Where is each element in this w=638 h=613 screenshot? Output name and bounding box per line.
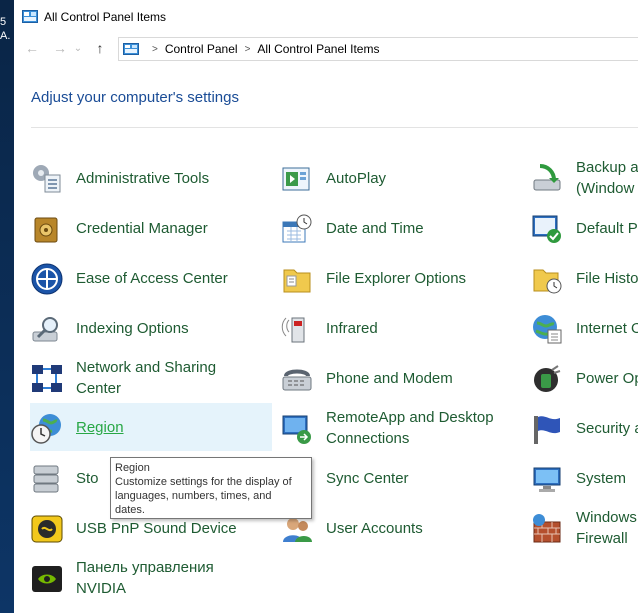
infrared-icon: [281, 317, 305, 343]
item-label: System: [576, 470, 627, 487]
item-label: RemoteApp and Desktop Connections: [326, 409, 494, 447]
item-label: Date and Time: [326, 220, 424, 237]
network-icon: [32, 365, 62, 392]
item-label: Phone and Modem: [326, 370, 453, 387]
tooltip-description-line: dates.: [115, 504, 145, 516]
item-internet-options[interactable]: Internet O: [530, 306, 638, 350]
item-label: Backup a (Window: [576, 159, 638, 197]
page-title: Adjust your computer's settings: [31, 89, 239, 106]
item-label: USB PnP Sound Device: [76, 520, 237, 537]
item-label: User Accounts: [326, 520, 423, 537]
breadcrumb-separator-icon[interactable]: >: [152, 44, 158, 55]
item-label: Indexing Options: [76, 320, 189, 337]
security-icon: [534, 416, 560, 444]
item-label: Sync Center: [326, 470, 409, 487]
power-options-icon: [534, 365, 561, 392]
item-label: Administrative Tools: [76, 170, 210, 187]
item-label: Internet O: [576, 320, 638, 337]
item-label: File Explorer Options: [326, 270, 467, 287]
item-label: Security a: [576, 420, 638, 437]
item-label: Infrared: [326, 320, 378, 337]
item-windows-firewall[interactable]: Windows Firewall: [530, 506, 638, 550]
date-time-icon: [282, 214, 312, 243]
window-title: All Control Panel Items: [44, 9, 167, 24]
item-label: Windows Firewall: [576, 509, 637, 547]
item-label: Sto: [76, 470, 99, 487]
backup-icon: [533, 164, 561, 191]
nvidia-icon: [32, 566, 62, 592]
item-label: AutoPlay: [326, 170, 387, 187]
item-administrative-tools[interactable]: Administrative Tools: [30, 156, 272, 200]
breadcrumb-control-panel[interactable]: Control Panel: [165, 42, 238, 56]
indexing-icon: [32, 317, 58, 342]
control-panel-window: All Control Panel Items ← → ⌄ ↑ > Contro…: [14, 0, 638, 613]
autoplay-icon: [282, 167, 310, 191]
credential-manager-icon: [34, 217, 58, 243]
item-label: File Histo: [576, 270, 638, 287]
item-sync-center[interactable]: Sync Center: [280, 456, 522, 500]
desktop-text: 5: [0, 16, 7, 28]
item-backup-and-restore[interactable]: Backup a (Window: [530, 156, 638, 200]
item-label: Power Op: [576, 370, 638, 387]
item-ease-of-access-center[interactable]: Ease of Access Center: [30, 256, 272, 300]
item-nvidia-control-panel[interactable]: Панель управления NVIDIA: [30, 556, 272, 600]
file-history-icon: [533, 269, 562, 294]
item-file-history[interactable]: File Histo: [530, 256, 638, 300]
item-date-and-time[interactable]: Date and Time: [280, 206, 522, 250]
item-label: Network and Sharing Center: [76, 359, 217, 397]
item-indexing-options[interactable]: Indexing Options: [30, 306, 272, 350]
phone-modem-icon: [282, 369, 312, 391]
navigation-bar: ← → ⌄ ↑ > Control Panel > All Control Pa…: [14, 33, 638, 63]
divider: [31, 127, 638, 128]
sound-device-icon: [31, 515, 63, 543]
item-credential-manager[interactable]: Credential Manager: [30, 206, 272, 250]
tooltip-description-line: Customize settings for the display of: [115, 476, 292, 488]
item-remoteapp-and-desktop-connections[interactable]: RemoteApp and Desktop Connections: [280, 406, 522, 450]
item-network-and-sharing-center[interactable]: Network and Sharing Center: [30, 356, 272, 400]
control-panel-icon: [22, 10, 38, 23]
firewall-icon: [533, 514, 561, 543]
item-infrared[interactable]: Infrared: [280, 306, 522, 350]
folder-options-icon: [283, 269, 311, 293]
item-security-and-maintenance[interactable]: Security a: [530, 406, 638, 450]
remoteapp-icon: [282, 415, 311, 444]
title-bar[interactable]: All Control Panel Items: [14, 0, 638, 33]
address-bar[interactable]: > Control Panel > All Control Panel Item…: [118, 37, 638, 61]
item-label: Панель управления NVIDIA: [76, 559, 214, 597]
storage-icon: [33, 465, 59, 493]
tooltip-title: Region: [115, 462, 150, 474]
item-label: Ease of Access Center: [76, 270, 228, 287]
item-region[interactable]: Region: [30, 403, 272, 451]
item-power-options[interactable]: Power Op: [530, 356, 638, 400]
item-label: Region: [76, 419, 124, 436]
forward-arrow-icon[interactable]: →: [50, 38, 70, 58]
administrative-tools-icon: [33, 165, 61, 193]
desktop-background: [0, 0, 14, 613]
item-user-accounts[interactable]: User Accounts: [280, 506, 522, 550]
default-programs-icon: [532, 215, 561, 243]
desktop-text: A.: [0, 30, 11, 42]
system-icon: [533, 467, 561, 492]
item-label: Credential Manager: [76, 220, 208, 237]
item-file-explorer-options[interactable]: File Explorer Options: [280, 256, 522, 300]
back-arrow-icon[interactable]: ←: [22, 38, 42, 58]
ease-of-access-icon: [31, 263, 63, 295]
region-icon: [31, 414, 61, 444]
control-panel-icon: [123, 43, 139, 55]
breadcrumb-separator-icon[interactable]: >: [245, 44, 251, 55]
breadcrumb-all-items[interactable]: All Control Panel Items: [257, 42, 379, 56]
region-tooltip: Region Customize settings for the displa…: [110, 457, 312, 519]
internet-options-icon: [533, 315, 562, 344]
item-phone-and-modem[interactable]: Phone and Modem: [280, 356, 522, 400]
up-arrow-icon[interactable]: ↑: [90, 38, 110, 58]
item-default-programs[interactable]: Default P: [530, 206, 638, 250]
item-autoplay[interactable]: AutoPlay: [280, 156, 522, 200]
recent-dropdown-chevron-icon[interactable]: ⌄: [68, 38, 88, 58]
item-system[interactable]: System: [530, 456, 638, 500]
tooltip-description-line: languages, numbers, times, and: [115, 490, 272, 502]
item-label: Default P: [576, 220, 638, 237]
